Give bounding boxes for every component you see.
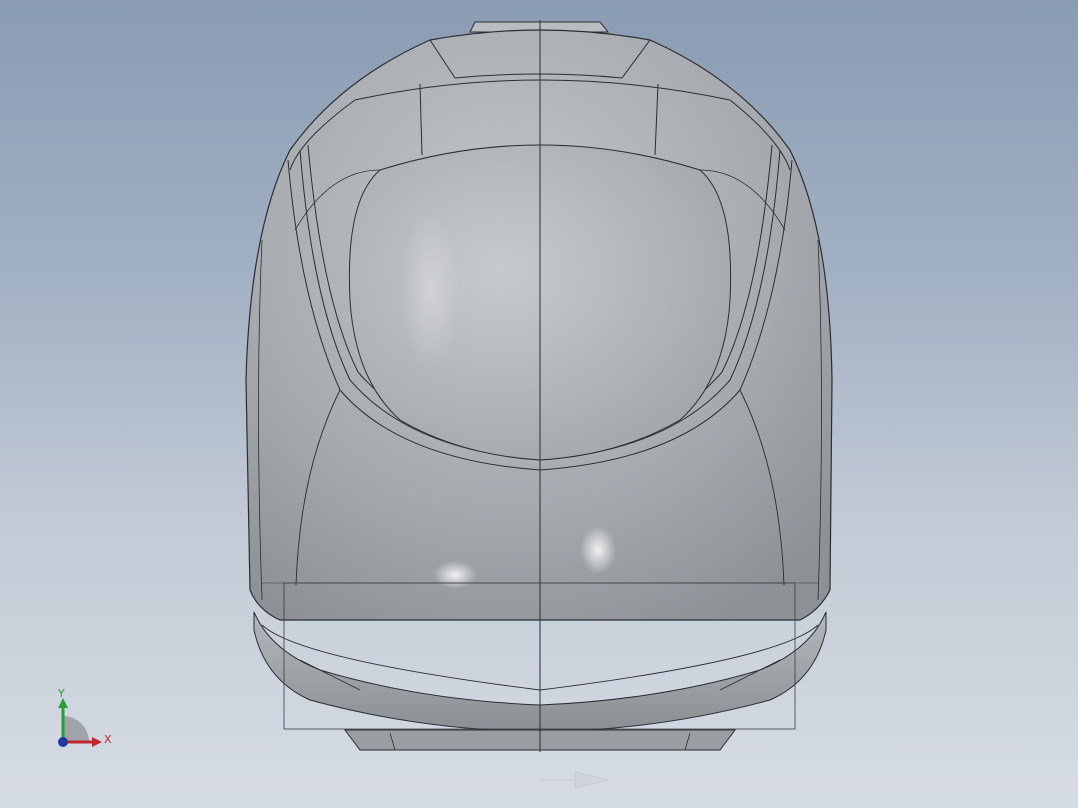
graphics-viewport[interactable]: Y X xyxy=(0,0,1078,808)
y-axis-label: Y xyxy=(58,687,65,700)
train-nose-model[interactable] xyxy=(0,0,1078,808)
floor-arrow xyxy=(540,771,609,789)
x-axis-label: X xyxy=(104,733,112,746)
